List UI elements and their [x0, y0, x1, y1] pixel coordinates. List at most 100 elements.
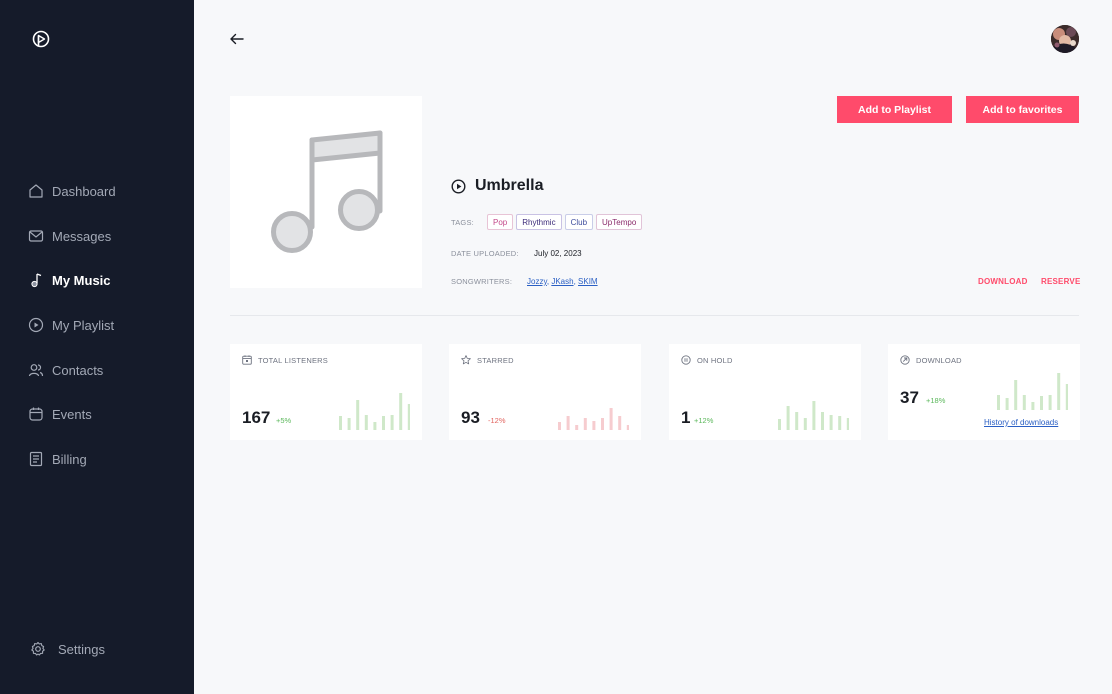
song-title: Umbrella [475, 177, 544, 194]
stat-card-on-hold: ON HOLD 1 +12% [669, 344, 861, 440]
add-to-favorites-button[interactable]: Add to favorites [966, 96, 1079, 123]
sidebar-item-label: Billing [52, 451, 87, 467]
reserve-link[interactable]: RESERVE [1041, 277, 1081, 286]
sparkline-bar [1022, 395, 1026, 410]
app-logo-icon[interactable] [31, 29, 51, 49]
songwriters-label: SONGWRITERS: [451, 277, 513, 286]
sparkline-bar [778, 419, 781, 430]
sparkline-bar [1014, 380, 1018, 410]
sparkline-bar [339, 416, 342, 430]
sparkline-bar [618, 416, 622, 430]
songwriter-link[interactable]: Jozzy [527, 277, 547, 286]
stat-title: DOWNLOAD [916, 355, 962, 365]
songwriter-link[interactable]: JKash [551, 277, 573, 286]
album-cover [230, 96, 422, 288]
sidebar-item-contacts[interactable]: Contacts [27, 359, 103, 381]
stat-change: +18% [926, 396, 946, 405]
avatar[interactable] [1051, 25, 1079, 53]
songwriter-link[interactable]: SKIM [578, 277, 598, 286]
sparkline-chart [997, 373, 1068, 410]
sparkline-bar [1057, 373, 1061, 410]
calendar-icon [242, 355, 252, 365]
stat-change: +12% [694, 416, 714, 425]
music-note-icon [27, 271, 45, 289]
sidebar-item-messages[interactable]: Messages [27, 225, 111, 247]
sidebar-item-dashboard[interactable]: Dashboard [27, 180, 116, 202]
sparkline-bar [821, 412, 824, 430]
sparkline-bar [583, 418, 587, 430]
tag-uptempo[interactable]: UpTempo [596, 214, 643, 230]
sparkline-bar [838, 416, 842, 430]
stat-value: 93 [461, 408, 480, 427]
date-uploaded-label: DATE UPLOADED: [451, 249, 519, 258]
sparkline-chart [558, 408, 629, 430]
sparkline-bar [364, 415, 368, 430]
download-circle-icon [900, 355, 910, 365]
sparkline-bar [347, 418, 351, 430]
sidebar: Dashboard Messages My Music My Playlist … [0, 0, 194, 694]
pause-circle-icon [681, 355, 691, 365]
tags-label: TAGS: [451, 218, 474, 227]
sparkline-bar [575, 425, 579, 430]
stat-title: STARRED [477, 355, 514, 365]
sparkline-bar [829, 415, 833, 430]
sparkline-bar [1031, 402, 1035, 410]
sidebar-item-billing[interactable]: Billing [27, 448, 87, 470]
receipt-icon [27, 450, 45, 468]
star-icon [461, 355, 471, 365]
history-of-downloads-link[interactable]: History of downloads [984, 418, 1058, 427]
sparkline-bar [1048, 395, 1052, 410]
sparkline-bar [1040, 396, 1043, 410]
stat-change: +5% [276, 416, 292, 425]
back-arrow-icon[interactable] [228, 30, 246, 48]
sidebar-item-my-playlist[interactable]: My Playlist [27, 314, 114, 336]
mail-icon [27, 227, 45, 245]
sparkline-bar [382, 416, 385, 430]
date-uploaded-value: July 02, 2023 [534, 249, 582, 258]
stat-value: 37 [900, 388, 919, 407]
sparkline-bar [803, 418, 807, 430]
stat-title: ON HOLD [697, 355, 733, 365]
sidebar-item-settings[interactable]: Settings [29, 638, 105, 660]
sidebar-item-label: Events [52, 406, 92, 422]
sparkline-bar [846, 418, 849, 430]
sparkline-bar [795, 412, 799, 430]
stat-change: -12% [488, 416, 506, 425]
sparkline-chart [778, 401, 849, 430]
play-icon[interactable] [451, 178, 466, 194]
add-to-playlist-button[interactable]: Add to Playlist [837, 96, 952, 123]
song-title-row: Umbrella [451, 176, 543, 196]
sidebar-item-label: Messages [52, 228, 112, 244]
sparkline-bar [812, 401, 816, 430]
gear-icon [29, 640, 47, 658]
stat-card-starred: STARRED 93 -12% [449, 344, 641, 440]
settings-label: Settings [58, 641, 105, 657]
sparkline-bar [626, 425, 629, 430]
download-link[interactable]: DOWNLOAD [978, 277, 1028, 286]
sparkline-chart [339, 393, 410, 430]
stat-value: 1 [681, 408, 691, 427]
sidebar-item-events[interactable]: Events [27, 403, 92, 425]
tag-club[interactable]: Club [564, 214, 594, 230]
stat-card-total-listeners: TOTAL LISTENERS 167 +5% [230, 344, 422, 440]
home-icon [27, 182, 45, 200]
play-circle-icon [27, 316, 45, 334]
tag-pop[interactable]: Pop [487, 214, 514, 230]
sparkline-bar [592, 421, 596, 430]
sparkline-bar [407, 404, 410, 430]
sparkline-bar [566, 416, 570, 430]
sparkline-bar [601, 418, 604, 430]
sidebar-item-label: My Music [52, 272, 111, 288]
tag-rhythmic[interactable]: Rhythmic [516, 214, 562, 230]
sparkline-bar [399, 393, 403, 430]
sparkline-bar [558, 422, 561, 430]
music-note-icon [271, 130, 383, 253]
sparkline-bar [609, 408, 613, 430]
stat-value: 167 [242, 408, 271, 427]
sidebar-item-label: My Playlist [52, 317, 115, 333]
stat-title: TOTAL LISTENERS [258, 355, 328, 365]
sparkline-bar [997, 395, 1000, 410]
sparkline-bar [1065, 384, 1068, 410]
sidebar-item-my-music[interactable]: My Music [27, 269, 111, 291]
sparkline-bar [786, 406, 790, 430]
